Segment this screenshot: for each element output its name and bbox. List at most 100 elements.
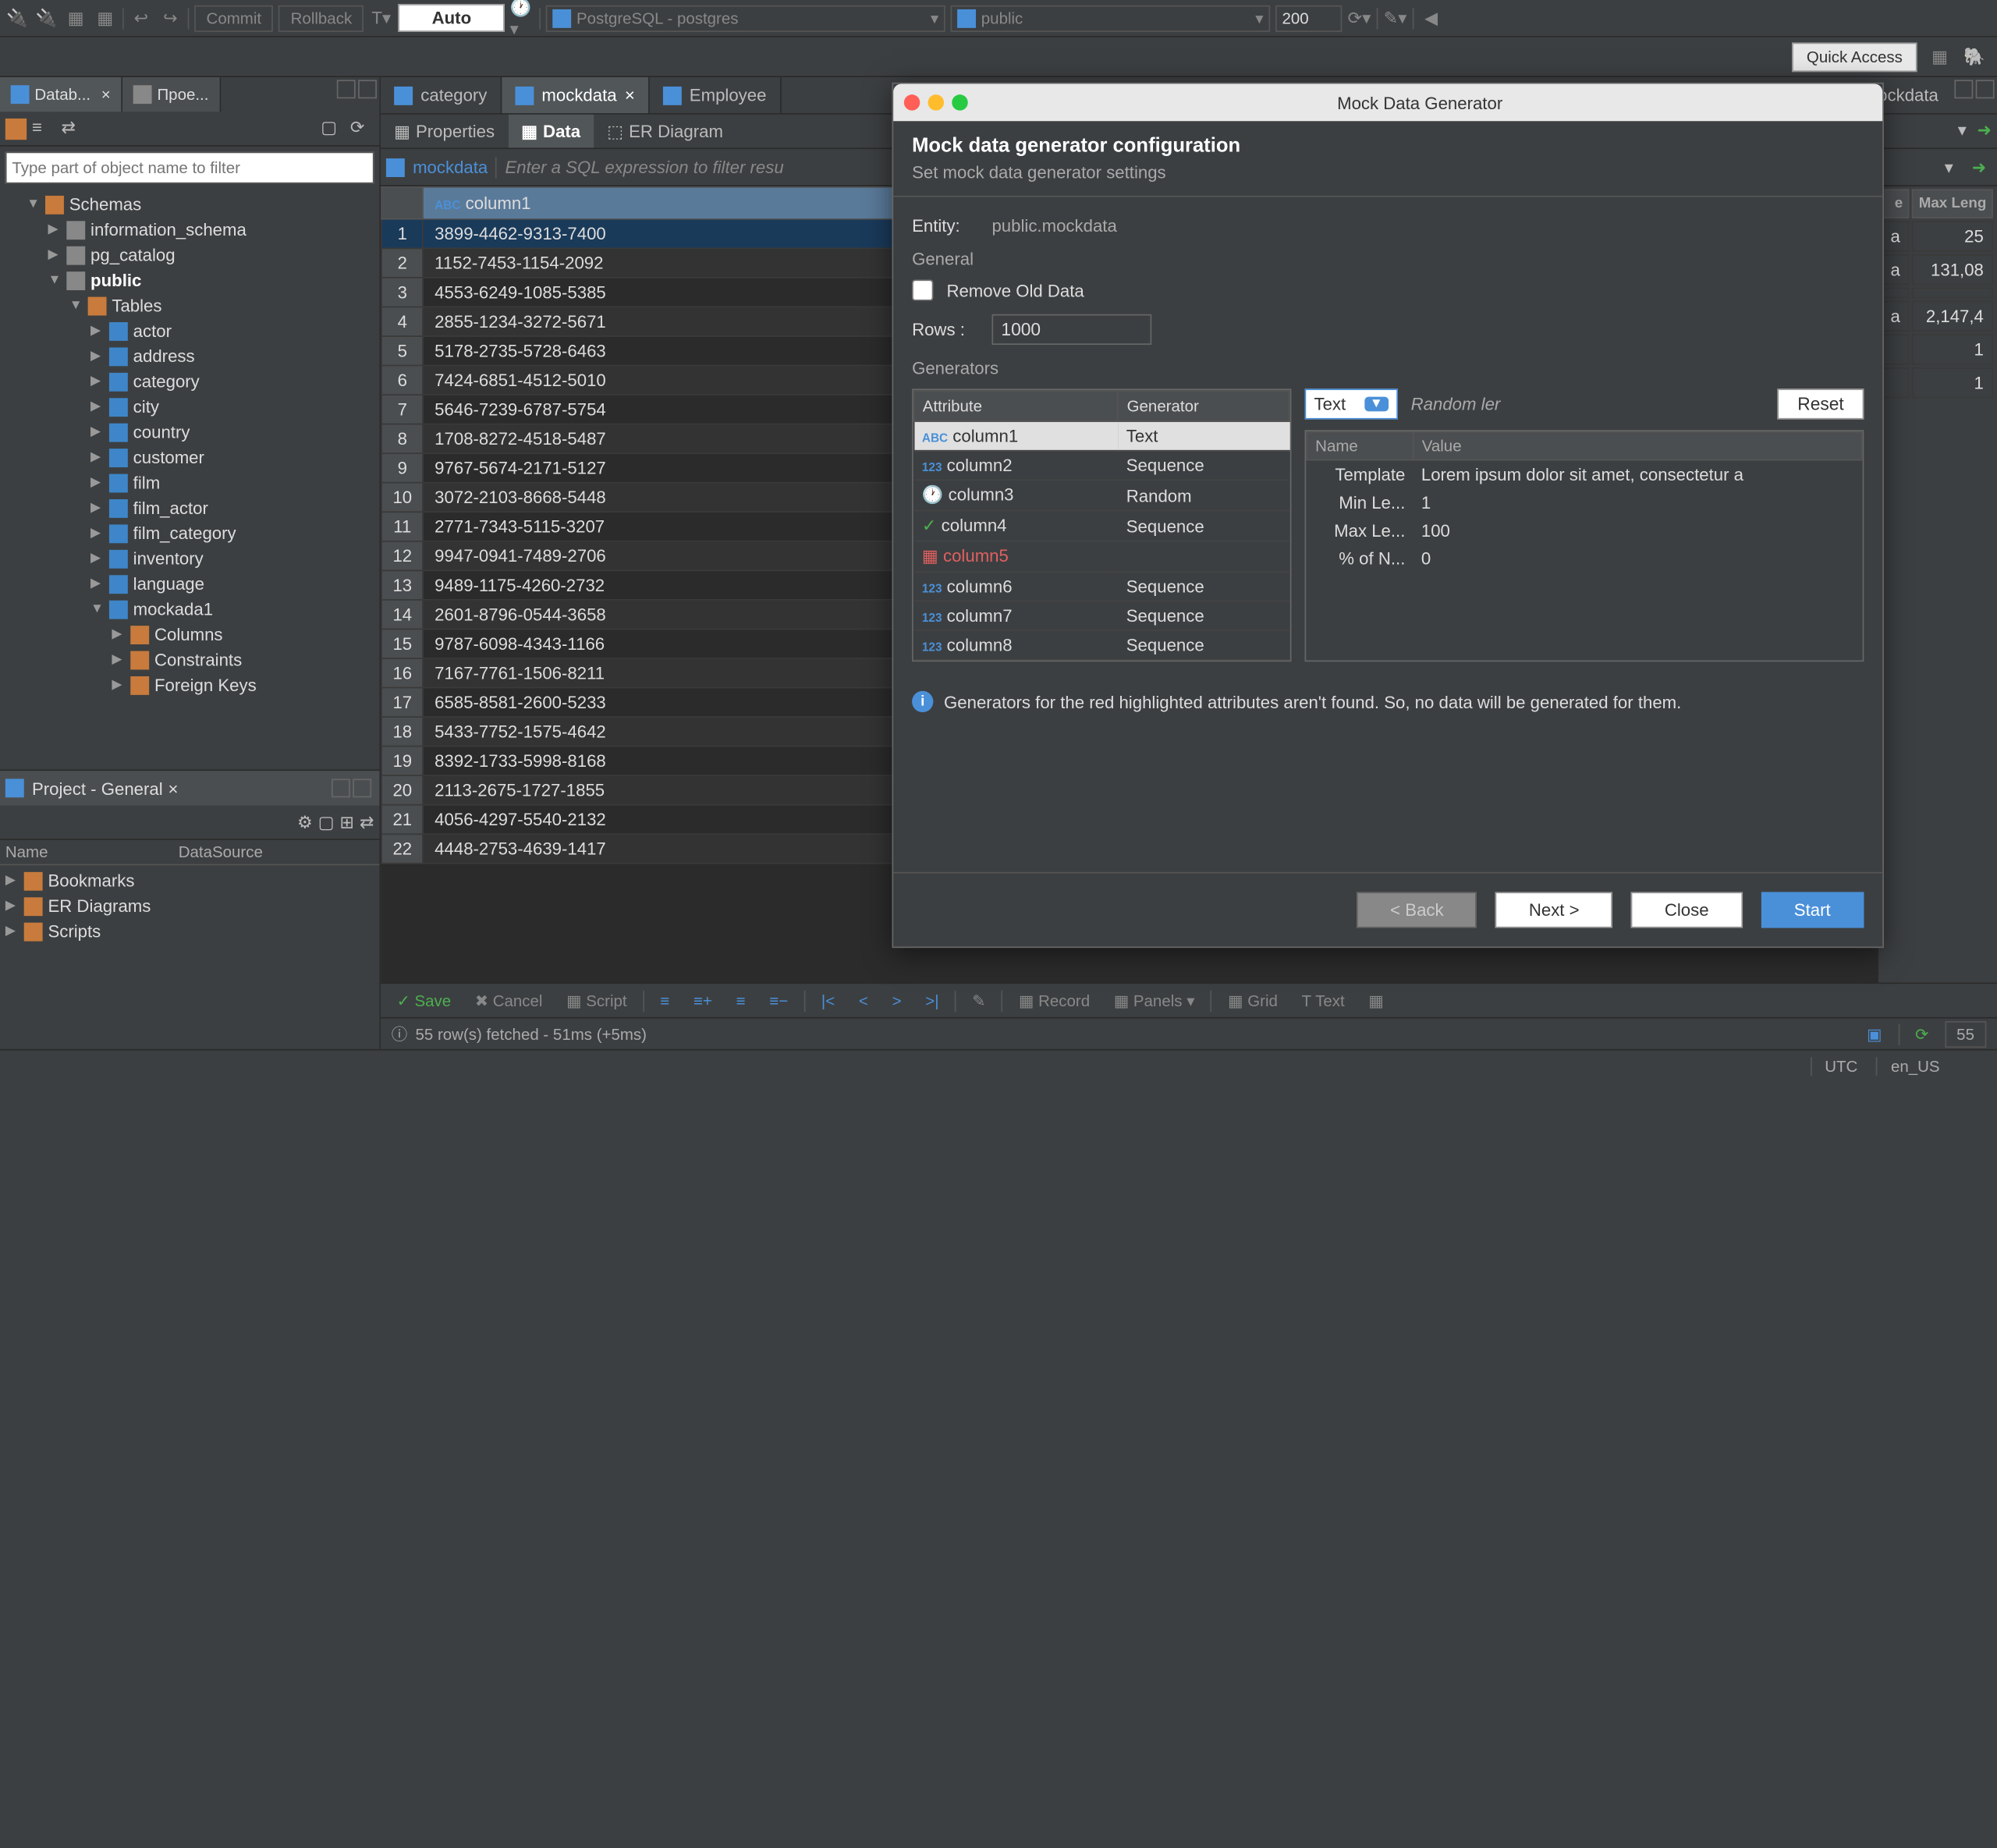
- tree-table-city[interactable]: ▶city: [0, 394, 379, 419]
- last-icon[interactable]: >|: [917, 988, 947, 1013]
- plug-icon[interactable]: 🔌: [5, 6, 30, 30]
- properties-table[interactable]: NameValue TemplateLorem ipsum dolor sit …: [1305, 430, 1864, 662]
- dropdown-icon[interactable]: ▾: [1939, 151, 1959, 183]
- table-row[interactable]: 1: [1882, 367, 1993, 398]
- generator-row[interactable]: ▦ column5: [914, 541, 1289, 572]
- clock-icon[interactable]: 🕐▾: [510, 6, 534, 30]
- row-limit-input[interactable]: [1275, 5, 1342, 31]
- maximize-icon[interactable]: [358, 80, 377, 98]
- script-button[interactable]: ▦ Script: [559, 988, 635, 1013]
- tree-constraints[interactable]: ▶Constraints: [0, 647, 379, 672]
- sub-tab-er[interactable]: ⬚ER Diagram: [594, 115, 736, 148]
- tree-table-actor[interactable]: ▶actor: [0, 318, 379, 343]
- copy-icon[interactable]: ▢: [321, 116, 345, 140]
- dup-row-icon[interactable]: ≡: [728, 988, 753, 1013]
- table-row[interactable]: 1: [1882, 334, 1993, 364]
- arrow1-icon[interactable]: ↩: [129, 6, 154, 30]
- project-nav-tab[interactable]: Прое...: [122, 77, 221, 112]
- close-icon[interactable]: ×: [625, 85, 635, 105]
- generator-type-select[interactable]: Text▼: [1305, 388, 1398, 419]
- minimize-icon[interactable]: [1954, 80, 1973, 98]
- tool-icon[interactable]: ✎: [964, 988, 994, 1013]
- quick-access-button[interactable]: Quick Access: [1792, 42, 1917, 72]
- side-h1[interactable]: e: [1882, 189, 1910, 218]
- plug2-icon[interactable]: 🔌: [34, 6, 59, 30]
- minimize-icon[interactable]: [332, 779, 350, 797]
- tab-category[interactable]: category: [381, 77, 502, 113]
- filter-hint[interactable]: Enter a SQL expression to filter resu: [505, 157, 783, 177]
- dialog-titlebar[interactable]: Mock Data Generator: [893, 84, 1882, 122]
- tree-table-film-category[interactable]: ▶film_category: [0, 520, 379, 545]
- generator-row[interactable]: ✓ column4Sequence: [914, 511, 1289, 541]
- generator-row[interactable]: 123 column7Sequence: [914, 601, 1289, 631]
- table-row[interactable]: a2,147,4: [1882, 301, 1993, 332]
- generators-table[interactable]: AttributeGenerator ABC column1Text123 co…: [912, 388, 1291, 662]
- schema-combo[interactable]: public ▾: [951, 5, 1271, 31]
- maximize-icon[interactable]: [1976, 80, 1995, 98]
- perspective-icon[interactable]: ▦: [1928, 44, 1952, 69]
- table-row[interactable]: a131,08: [1882, 254, 1993, 285]
- panels-button[interactable]: ▦ Panels ▾: [1106, 988, 1203, 1013]
- tx-icon[interactable]: T▾: [369, 6, 393, 30]
- tab-mockdata[interactable]: mockdata×: [502, 77, 649, 113]
- close-button[interactable]: Close: [1631, 892, 1742, 928]
- elephant-icon[interactable]: 🐘: [1963, 44, 1987, 69]
- property-row[interactable]: % of N...0: [1307, 544, 1862, 573]
- next-button[interactable]: Next >: [1495, 892, 1612, 928]
- zoom-window-icon[interactable]: [952, 94, 967, 110]
- record-button[interactable]: ▦ Record: [1011, 988, 1098, 1013]
- proj-bookmarks[interactable]: ▶Bookmarks: [0, 868, 379, 893]
- tree-table-category[interactable]: ▶category: [0, 369, 379, 394]
- arrow-icon[interactable]: ➜: [1972, 115, 1997, 148]
- first-icon[interactable]: |<: [814, 988, 843, 1013]
- tree-info-schema[interactable]: ▶information_schema: [0, 217, 379, 242]
- export-icon[interactable]: ▣: [1867, 1024, 1882, 1043]
- generator-row[interactable]: 123 column2Sequence: [914, 451, 1289, 481]
- tab-employee[interactable]: Employee: [650, 77, 782, 113]
- property-row[interactable]: TemplateLorem ipsum dolor sit amet, cons…: [1307, 460, 1862, 489]
- prev-icon[interactable]: <: [851, 988, 876, 1013]
- back-icon[interactable]: ◀: [1419, 6, 1443, 30]
- next-icon[interactable]: >: [884, 988, 909, 1013]
- add-row-icon[interactable]: ≡: [652, 988, 677, 1013]
- connection-combo[interactable]: PostgreSQL - postgres ▾: [546, 5, 945, 31]
- minimize-icon[interactable]: [337, 80, 356, 98]
- tree-table-country[interactable]: ▶country: [0, 420, 379, 445]
- tree-foreign-keys[interactable]: ▶Foreign Keys: [0, 672, 379, 697]
- start-button[interactable]: Start: [1761, 892, 1864, 928]
- generator-row[interactable]: ABC column1Text: [914, 421, 1289, 451]
- sql2-icon[interactable]: ▦: [93, 6, 117, 30]
- tree-tables[interactable]: ▼Tables: [0, 293, 379, 317]
- refresh-icon[interactable]: ⟳: [1915, 1024, 1928, 1043]
- gear-icon[interactable]: ⚙: [297, 811, 313, 832]
- tree-table-customer[interactable]: ▶customer: [0, 445, 379, 470]
- add-icon[interactable]: ⊞: [340, 811, 355, 832]
- tree-table-film-actor[interactable]: ▶film_actor: [0, 495, 379, 520]
- commit-button[interactable]: Commit: [194, 5, 273, 31]
- close-icon[interactable]: ×: [168, 779, 178, 799]
- rows-input[interactable]: [991, 314, 1151, 345]
- maximize-icon[interactable]: [353, 779, 371, 797]
- tree-table-mockada1[interactable]: ▼mockada1: [0, 597, 379, 622]
- proj-scripts[interactable]: ▶Scripts: [0, 919, 379, 944]
- tree-table-address[interactable]: ▶address: [0, 343, 379, 368]
- generator-row[interactable]: 123 column6Sequence: [914, 572, 1289, 601]
- property-row[interactable]: Min Le...1: [1307, 488, 1862, 516]
- collapse-icon[interactable]: ≡: [32, 116, 56, 140]
- tree-schemas[interactable]: ▼Schemas: [0, 192, 379, 217]
- grid-view-button[interactable]: ▦ Grid: [1220, 988, 1286, 1013]
- refresh-icon[interactable]: ⟳▾: [1347, 6, 1371, 30]
- arrow2-icon[interactable]: ↪: [158, 6, 183, 30]
- tree-filter-input[interactable]: [5, 152, 374, 184]
- generator-row[interactable]: 123 column8Sequence: [914, 630, 1289, 660]
- sub-tab-data[interactable]: ▦Data: [508, 115, 594, 148]
- tree-public[interactable]: ▼public: [0, 268, 379, 293]
- side-h2[interactable]: Max Leng: [1912, 189, 1993, 218]
- arrow-icon[interactable]: ➜: [1967, 151, 1992, 183]
- property-row[interactable]: Max Le...100: [1307, 516, 1862, 544]
- close-icon[interactable]: ×: [101, 85, 111, 104]
- proj-er[interactable]: ▶ER Diagrams: [0, 893, 379, 918]
- link-icon[interactable]: ⇄: [62, 116, 86, 140]
- sub-tab-properties[interactable]: ▦Properties: [381, 115, 508, 148]
- database-nav-tab[interactable]: Datab... ×: [0, 77, 122, 112]
